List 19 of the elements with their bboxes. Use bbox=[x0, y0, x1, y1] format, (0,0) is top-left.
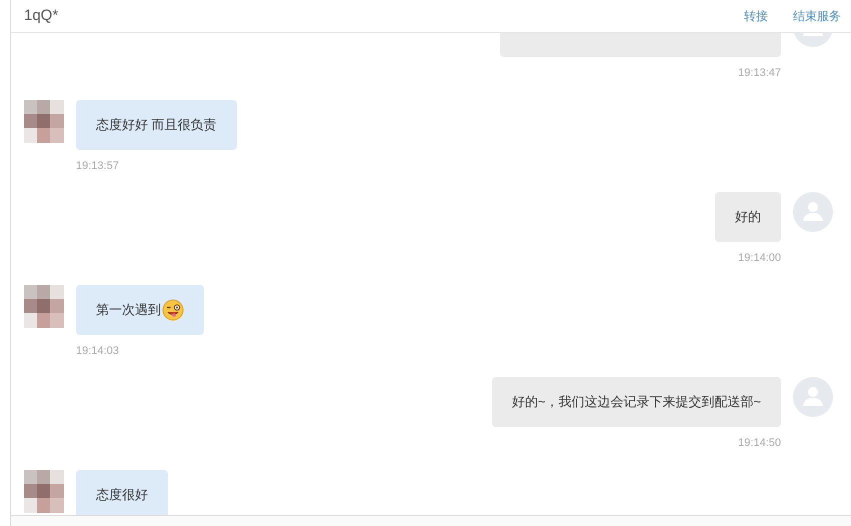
header-link[interactable]: 结束服务 bbox=[793, 7, 841, 25]
message-bubble: 态度好好 而且很负责 bbox=[76, 100, 237, 150]
avatar-icon bbox=[24, 470, 64, 514]
avatar-icon bbox=[24, 100, 64, 144]
chat-title: 1qQ* bbox=[24, 6, 60, 26]
message-bubble: 态度很好 bbox=[76, 470, 168, 515]
header-link[interactable]: 转接 bbox=[744, 7, 768, 25]
avatar-icon bbox=[793, 377, 833, 417]
avatar-icon bbox=[793, 192, 833, 232]
message-time: 19:13:57 bbox=[76, 158, 119, 174]
message-bubble: 好的 bbox=[715, 192, 781, 242]
message-time: 19:14:03 bbox=[76, 344, 119, 358]
message-bubble: 第一次遇到 bbox=[76, 284, 204, 334]
avatar-icon bbox=[24, 284, 64, 328]
message-bubble: 好的~，我们这边会记录下来提交到配送部~ bbox=[492, 377, 781, 427]
message-time: 19:14:00 bbox=[738, 251, 781, 266]
message-time: 19:14:50 bbox=[738, 436, 781, 451]
message-time: 19:13:47 bbox=[738, 66, 781, 81]
winking-face-icon bbox=[162, 298, 184, 320]
